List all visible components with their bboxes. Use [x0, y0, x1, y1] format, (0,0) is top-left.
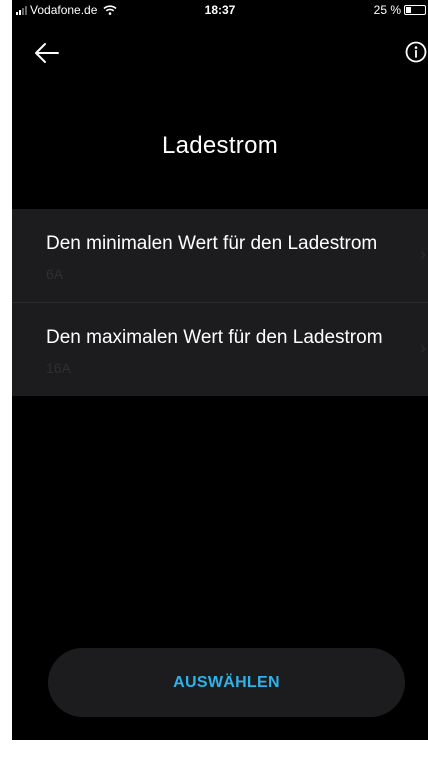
status-bar: Vodafone.de 18:37 25 %: [12, 0, 428, 22]
list-item-value: 6A: [46, 266, 64, 282]
status-time: 18:37: [204, 3, 236, 17]
chevron-right-icon: ›: [420, 338, 426, 358]
list-item-value: 16A: [46, 360, 71, 376]
arrow-left-icon: [35, 43, 59, 63]
status-right: 25 %: [374, 3, 426, 17]
info-button[interactable]: [404, 40, 428, 64]
info-circle-icon: [405, 41, 427, 63]
battery-percentage: 25 %: [373, 3, 401, 17]
back-button[interactable]: [32, 38, 62, 68]
list-item-title: Den minimalen Wert für den Ladestrom: [46, 233, 378, 254]
page-title: Ladestrom: [161, 132, 279, 159]
list-item-title: Den maximalen Wert für den Ladestrom: [46, 327, 383, 348]
settings-list: Den minimalen Wert für den Ladestrom 6A …: [12, 209, 428, 396]
chevron-right-icon: ›: [420, 244, 426, 264]
list-item-max-current[interactable]: Den maximalen Wert für den Ladestrom 16A…: [12, 302, 428, 396]
select-button[interactable]: AUSWÄHLEN: [48, 648, 405, 717]
list-item-min-current[interactable]: Den minimalen Wert für den Ladestrom 6A …: [12, 209, 428, 302]
app-screen: Vodafone.de 18:37 25 % Ladestrom Den min…: [12, 0, 428, 740]
battery-icon: [404, 5, 426, 15]
